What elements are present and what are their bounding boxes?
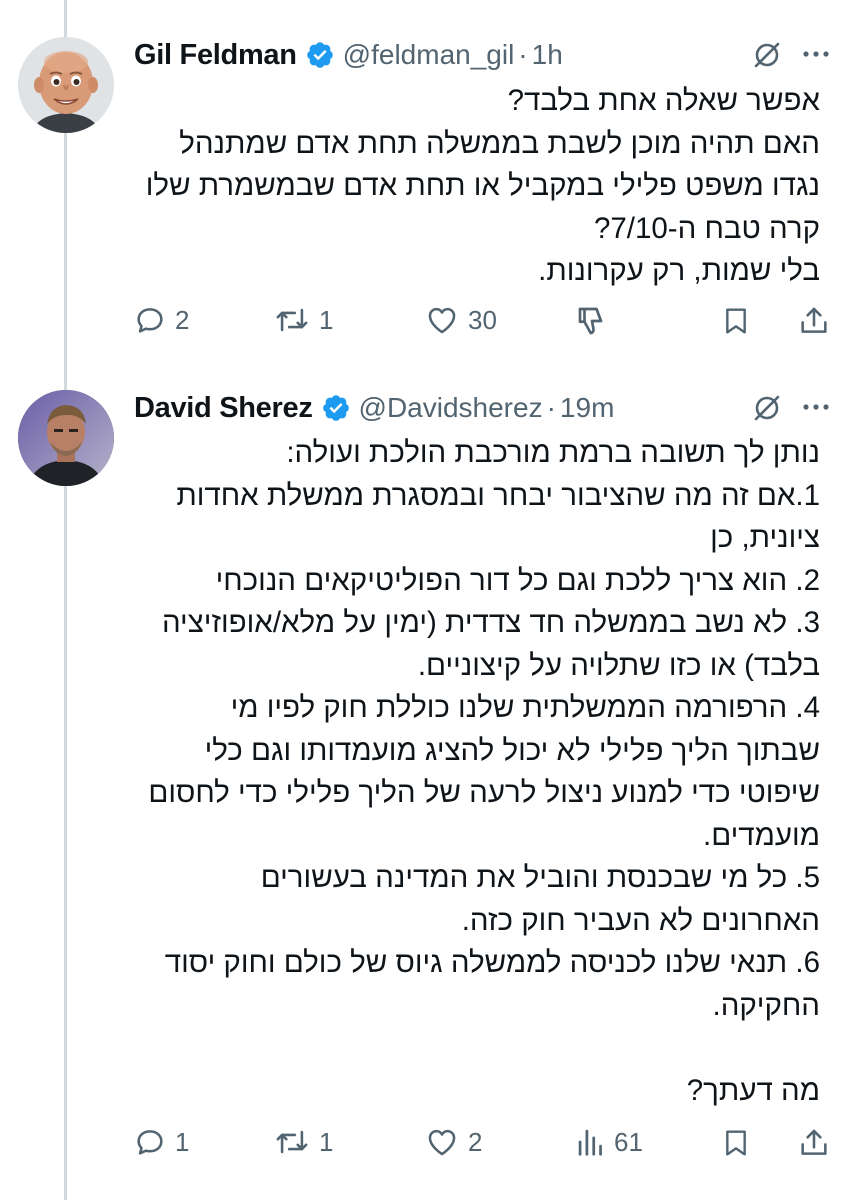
tweet-text-line: האחרונים לא העביר חוק כזה. (461, 903, 820, 937)
dislike-button[interactable] (574, 303, 610, 339)
like-button[interactable]: 2 (424, 1125, 482, 1159)
bookmark-button[interactable] (720, 1125, 752, 1161)
separator-dot: · (546, 392, 556, 423)
verified-badge-icon[interactable] (305, 40, 335, 70)
more-icon[interactable] (800, 46, 832, 62)
author-name[interactable]: David Sherez (134, 392, 313, 425)
like-icon (428, 307, 456, 334)
reply-icon (137, 1130, 163, 1155)
share-button[interactable] (797, 303, 831, 339)
repost-button[interactable]: 1 (273, 1125, 333, 1159)
tweet-text-line: שבתוך הליך פלילי לא יכול להציג מועמדותו … (204, 733, 820, 767)
repost-count: 1 (319, 304, 334, 335)
tweet-text-line: 3. לא נשב בממשלה חד צדדית (ימין על מלא/א… (161, 606, 820, 639)
cartoon-avatar-image (18, 37, 114, 133)
bookmark-button[interactable] (720, 303, 752, 339)
grok-slash-icon[interactable] (750, 391, 784, 425)
avatar-gil-feldman[interactable] (18, 37, 114, 133)
tweet-text-line: האם תהיה מוכן לשבת בממשלה תחת אדם שמתנהל (179, 126, 820, 160)
tweet-text-line: 1.אם זה מה שהציבור יבחר ובמסגרת ממשלת אח… (176, 478, 820, 512)
share-button[interactable] (797, 1125, 831, 1161)
author-name[interactable]: Gil Feldman (134, 39, 297, 72)
grok-slash-icon[interactable] (750, 38, 784, 72)
dislike-icon (578, 307, 603, 335)
tweet-text: אפשר שאלה אחת בלבד? האם תהיה מוכן לשבת ב… (134, 80, 820, 293)
author-handle[interactable]: @Davidsherez (359, 392, 543, 424)
tweet-text-blank-line (134, 1027, 820, 1070)
reply-count: 2 (175, 304, 190, 335)
views-icon (578, 1129, 602, 1156)
tweet-text-line: שיפוטי כדי למנוע ניצול לרעה של הליך פליל… (148, 776, 820, 809)
profile-photo-image (18, 390, 114, 486)
tweet-david-sherez[interactable]: David Sherez @Davidsherez · 19m נותן לך … (0, 370, 853, 1200)
reply-button[interactable]: 2 (133, 303, 189, 337)
tweet-text-line: מה דעתך? (686, 1073, 820, 1107)
tweet-text-line: ציונית, כן (710, 521, 820, 554)
tweet-text-line: בלי שמות, רק עקרונות. (538, 254, 820, 287)
verified-badge-icon[interactable] (321, 393, 351, 423)
views-count: 61 (614, 1126, 643, 1157)
reply-icon (137, 308, 163, 333)
separator-dot: · (518, 39, 528, 70)
tweet-text-line: 6. תנאי שלנו לכניסה לממשלה גיוס של כולם … (164, 946, 820, 979)
like-count: 30 (468, 304, 497, 335)
bookmark-icon (726, 308, 746, 334)
tweet-gil-feldman[interactable]: Gil Feldman @feldman_gil · 1h אפשר שאלה … (0, 0, 853, 370)
share-icon (801, 307, 827, 333)
tweet-text-line: קרה טבח ה-7/10? (593, 211, 820, 245)
bookmark-icon (726, 1130, 746, 1156)
repost-button[interactable]: 1 (273, 303, 333, 337)
author-handle[interactable]: @feldman_gil (343, 39, 515, 71)
tweet-text-line: החקיקה. (712, 988, 820, 1022)
like-button[interactable]: 30 (424, 303, 497, 337)
timestamp[interactable]: 19m (560, 392, 614, 424)
tweet-text-line: אפשר שאלה אחת בלבד? (507, 84, 820, 117)
tweet-text: נותן לך תשובה ברמת מורכבת הולכת ועולה: 1… (134, 432, 820, 1112)
tweet-header: Gil Feldman @feldman_gil · 1h (134, 35, 563, 75)
tweet-actions: 2 1 30 (0, 303, 853, 343)
tweet-actions: 1 1 2 61 (0, 1125, 853, 1165)
tweet-text-line: בלבד) או כזו שתלויה על קיצוניים. (417, 648, 820, 682)
like-icon (428, 1129, 456, 1156)
tweet-text-line: מועמדים. (703, 818, 820, 852)
views-button[interactable]: 61 (576, 1125, 643, 1159)
tweet-text-line: 4. הרפורמה הממשלתית שלנו כוללת חוק לפיו … (230, 691, 820, 724)
repost-count: 1 (319, 1126, 334, 1157)
reply-count: 1 (175, 1126, 190, 1157)
share-icon (801, 1129, 827, 1155)
tweet-text-line: 5. כל מי שבכנסת והוביל את המדינה בעשורים (260, 861, 820, 894)
repost-icon (276, 1130, 308, 1154)
tweet-text-line: 2. הוא צריך ללכת וגם כל דור הפוליטיקאים … (215, 563, 820, 597)
more-icon[interactable] (800, 399, 832, 415)
tweet-text-line: נותן לך תשובה ברמת מורכבת הולכת ועולה: (286, 436, 820, 469)
avatar-david-sherez[interactable] (18, 390, 114, 486)
reply-button[interactable]: 1 (133, 1125, 189, 1159)
timestamp[interactable]: 1h (532, 39, 563, 71)
like-count: 2 (468, 1126, 483, 1157)
repost-icon (276, 308, 308, 332)
tweet-text-line: נגדו משפט פלילי במקביל או תחת אדם שבמשמר… (145, 169, 820, 202)
tweet-header: David Sherez @Davidsherez · 19m (134, 388, 614, 428)
